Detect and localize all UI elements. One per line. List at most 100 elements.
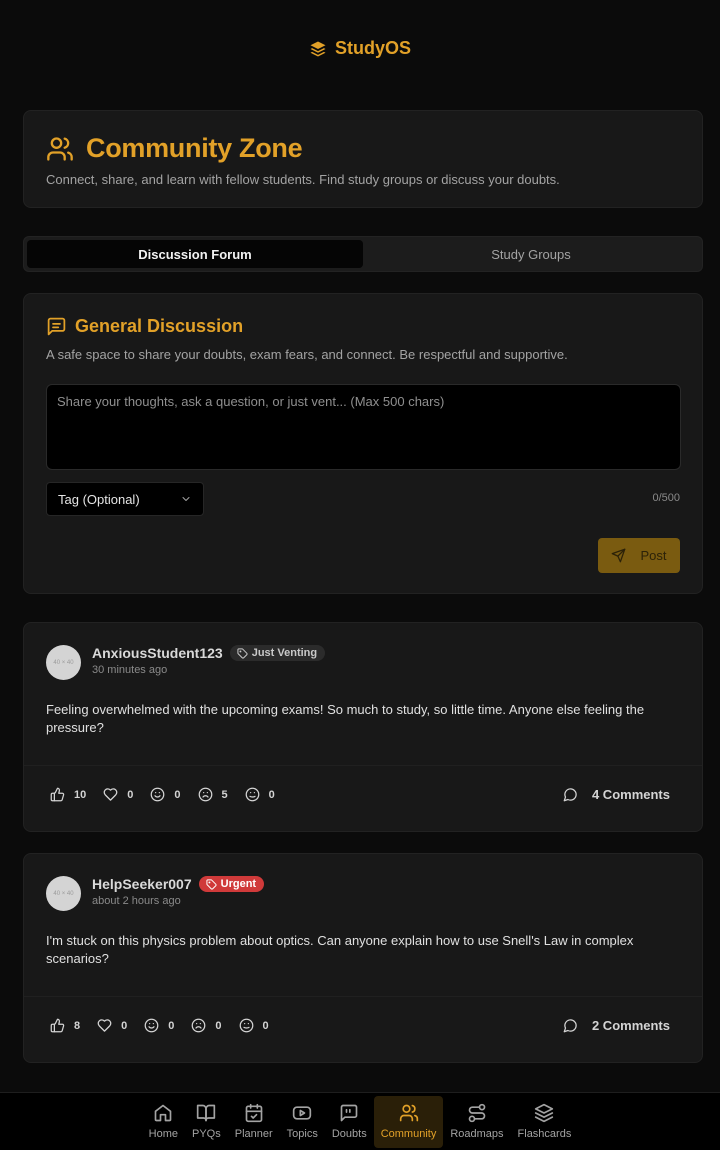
- like-reaction[interactable]: 10: [50, 787, 86, 802]
- nav-label: Community: [380, 1128, 437, 1140]
- nav-label: PYQs: [192, 1128, 221, 1140]
- users-icon: [399, 1103, 419, 1123]
- reaction-bar: 8 0 0 0 0: [50, 1018, 286, 1033]
- post-button[interactable]: Post: [598, 538, 680, 573]
- avatar[interactable]: 40 × 40: [46, 876, 81, 911]
- post-textarea[interactable]: [46, 384, 681, 470]
- nav-home[interactable]: Home: [142, 1096, 185, 1148]
- thumbs-up-icon: [50, 1018, 65, 1033]
- page-subtitle: Connect, share, and learn with fellow st…: [46, 172, 560, 187]
- smile-icon: [150, 787, 165, 802]
- nav-label: Home: [148, 1128, 178, 1140]
- tab-study-groups[interactable]: Study Groups: [363, 240, 699, 268]
- tag-label: Urgent: [220, 878, 257, 890]
- nav-label: Planner: [234, 1128, 273, 1140]
- nav-label: Topics: [286, 1128, 318, 1140]
- comments-button[interactable]: 4 Comments: [563, 787, 670, 802]
- divider: [24, 996, 702, 997]
- nav-pyqs[interactable]: PYQs: [185, 1096, 228, 1148]
- nav-doubts[interactable]: Doubts: [325, 1096, 374, 1148]
- sad-reaction[interactable]: 5: [198, 787, 228, 802]
- username[interactable]: AnxiousStudent123: [92, 645, 223, 661]
- tag-badge: Urgent: [198, 876, 265, 892]
- post-body: Feeling overwhelmed with the upcoming ex…: [46, 702, 645, 735]
- brand[interactable]: StudyOS: [0, 38, 720, 59]
- comments-label: 2 Comments: [591, 1018, 670, 1033]
- heart-count: 0: [121, 1019, 128, 1032]
- tag-label: Just Venting: [251, 647, 318, 659]
- tag-select[interactable]: Tag (Optional): [46, 482, 204, 516]
- heart-icon: [97, 1018, 112, 1033]
- home-icon: [153, 1103, 173, 1123]
- tag-icon: [206, 878, 217, 890]
- smile-count: 0: [174, 788, 181, 801]
- smile-count: 0: [168, 1019, 175, 1032]
- calendar-check-icon: [244, 1103, 264, 1123]
- post-time: about 2 hours ago: [92, 895, 181, 907]
- neutral-reaction[interactable]: 0: [239, 1018, 269, 1033]
- sad-reaction[interactable]: 0: [191, 1018, 222, 1033]
- heart-count: 0: [127, 788, 134, 801]
- avatar-placeholder: 40 × 40: [53, 890, 74, 897]
- book-open-icon: [196, 1103, 216, 1123]
- thumbs-up-icon: [50, 787, 65, 802]
- like-reaction[interactable]: 8: [50, 1018, 80, 1033]
- message-circle-icon: [563, 787, 578, 802]
- nav-label: Doubts: [331, 1128, 367, 1140]
- nav-topics[interactable]: Topics: [280, 1096, 325, 1148]
- post-card: 40 × 40 AnxiousStudent123 Just Venting 3…: [23, 622, 703, 832]
- nav-flashcards[interactable]: Flashcards: [511, 1096, 579, 1148]
- nav-roadmaps[interactable]: Roadmaps: [443, 1096, 510, 1148]
- message-quote-icon: [339, 1103, 359, 1123]
- post-body: I'm stuck on this physics problem about …: [46, 933, 634, 966]
- divider: [24, 765, 702, 766]
- section-title: General Discussion: [75, 316, 244, 336]
- route-icon: [467, 1103, 487, 1123]
- frown-icon: [198, 787, 213, 802]
- sad-count: 5: [221, 788, 228, 801]
- post-time: 30 minutes ago: [92, 664, 168, 676]
- like-count: 10: [74, 788, 87, 801]
- comments-button[interactable]: 2 Comments: [563, 1018, 670, 1033]
- page-title: Community Zone: [86, 133, 303, 163]
- reaction-bar: 10 0 0 5 0: [50, 787, 292, 802]
- community-header: Community Zone Connect, share, and learn…: [23, 110, 703, 208]
- like-count: 8: [74, 1019, 81, 1032]
- avatar-placeholder: 40 × 40: [53, 659, 74, 666]
- smile-reaction[interactable]: 0: [150, 787, 181, 802]
- section-subtitle: A safe space to share your doubts, exam …: [46, 347, 568, 362]
- tab-discussion-forum[interactable]: Discussion Forum: [27, 240, 363, 268]
- meh-icon: [239, 1018, 254, 1033]
- neutral-reaction[interactable]: 0: [245, 787, 275, 802]
- post-button-label: Post: [640, 548, 667, 563]
- send-icon: [611, 548, 626, 563]
- tag-badge: Just Venting: [229, 645, 326, 661]
- layers-icon: [309, 40, 327, 58]
- chevron-down-icon: [180, 493, 192, 505]
- general-discussion-card: General Discussion A safe space to share…: [23, 293, 703, 594]
- nav-label: Roadmaps: [450, 1128, 504, 1140]
- nav-label: Flashcards: [517, 1128, 572, 1140]
- tag-icon: [237, 647, 248, 659]
- avatar[interactable]: 40 × 40: [46, 645, 81, 680]
- heart-reaction[interactable]: 0: [103, 787, 133, 802]
- neutral-count: 0: [268, 788, 275, 801]
- sad-count: 0: [215, 1019, 222, 1032]
- nav-planner[interactable]: Planner: [228, 1096, 280, 1148]
- message-circle-icon: [563, 1018, 578, 1033]
- post-card: 40 × 40 HelpSeeker007 Urgent about 2 hou…: [23, 853, 703, 1063]
- neutral-count: 0: [262, 1019, 269, 1032]
- brand-name: StudyOS: [334, 38, 411, 58]
- heart-reaction[interactable]: 0: [97, 1018, 127, 1033]
- layers-icon: [534, 1103, 554, 1123]
- comments-label: 4 Comments: [591, 787, 670, 802]
- message-square-icon: [46, 316, 67, 337]
- meh-icon: [245, 787, 260, 802]
- heart-icon: [103, 787, 118, 802]
- smile-reaction[interactable]: 0: [144, 1018, 174, 1033]
- youtube-icon: [292, 1103, 312, 1123]
- nav-community[interactable]: Community: [373, 1095, 444, 1148]
- username[interactable]: HelpSeeker007: [92, 876, 192, 892]
- frown-icon: [191, 1018, 206, 1033]
- bottom-nav: Home PYQs Planner Topics Doubts Communit…: [0, 1092, 720, 1150]
